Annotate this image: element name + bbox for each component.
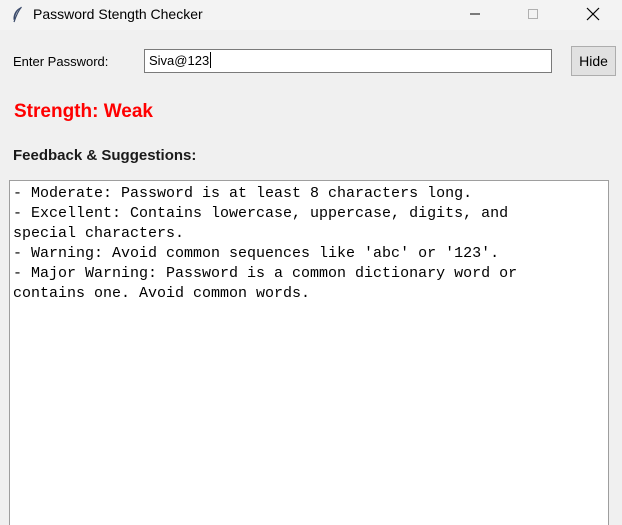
minimize-icon bbox=[469, 8, 481, 23]
strength-indicator: Strength: Weak bbox=[14, 101, 154, 122]
feedback-line: contains one. Avoid common words. bbox=[13, 285, 311, 302]
window-title: Password Stength Checker bbox=[33, 6, 203, 22]
feedback-line: - Excellent: Contains lowercase, upperca… bbox=[13, 205, 509, 222]
title-bar[interactable]: Password Stength Checker bbox=[0, 0, 622, 30]
close-icon bbox=[586, 7, 600, 24]
feedback-line: - Moderate: Password is at least 8 chara… bbox=[13, 185, 473, 202]
feather-icon bbox=[10, 6, 24, 24]
feedback-text-area[interactable]: - Moderate: Password is at least 8 chara… bbox=[9, 180, 609, 525]
minimize-button[interactable] bbox=[452, 0, 498, 30]
feedback-line: - Major Warning: Password is a common di… bbox=[13, 265, 518, 282]
feedback-line: - Warning: Avoid common sequences like '… bbox=[13, 245, 500, 262]
maximize-icon bbox=[527, 8, 539, 23]
hide-password-button[interactable]: Hide bbox=[571, 46, 616, 76]
feedback-heading: Feedback & Suggestions: bbox=[13, 147, 197, 164]
password-label: Enter Password: bbox=[13, 54, 109, 69]
maximize-button[interactable] bbox=[510, 0, 556, 30]
hide-button-label: Hide bbox=[579, 53, 608, 69]
text-caret bbox=[210, 52, 212, 68]
password-value: Siva@123 bbox=[149, 53, 210, 68]
feedback-line: special characters. bbox=[13, 225, 185, 242]
password-input[interactable]: Siva@123 bbox=[144, 49, 552, 73]
close-button[interactable] bbox=[570, 0, 616, 30]
